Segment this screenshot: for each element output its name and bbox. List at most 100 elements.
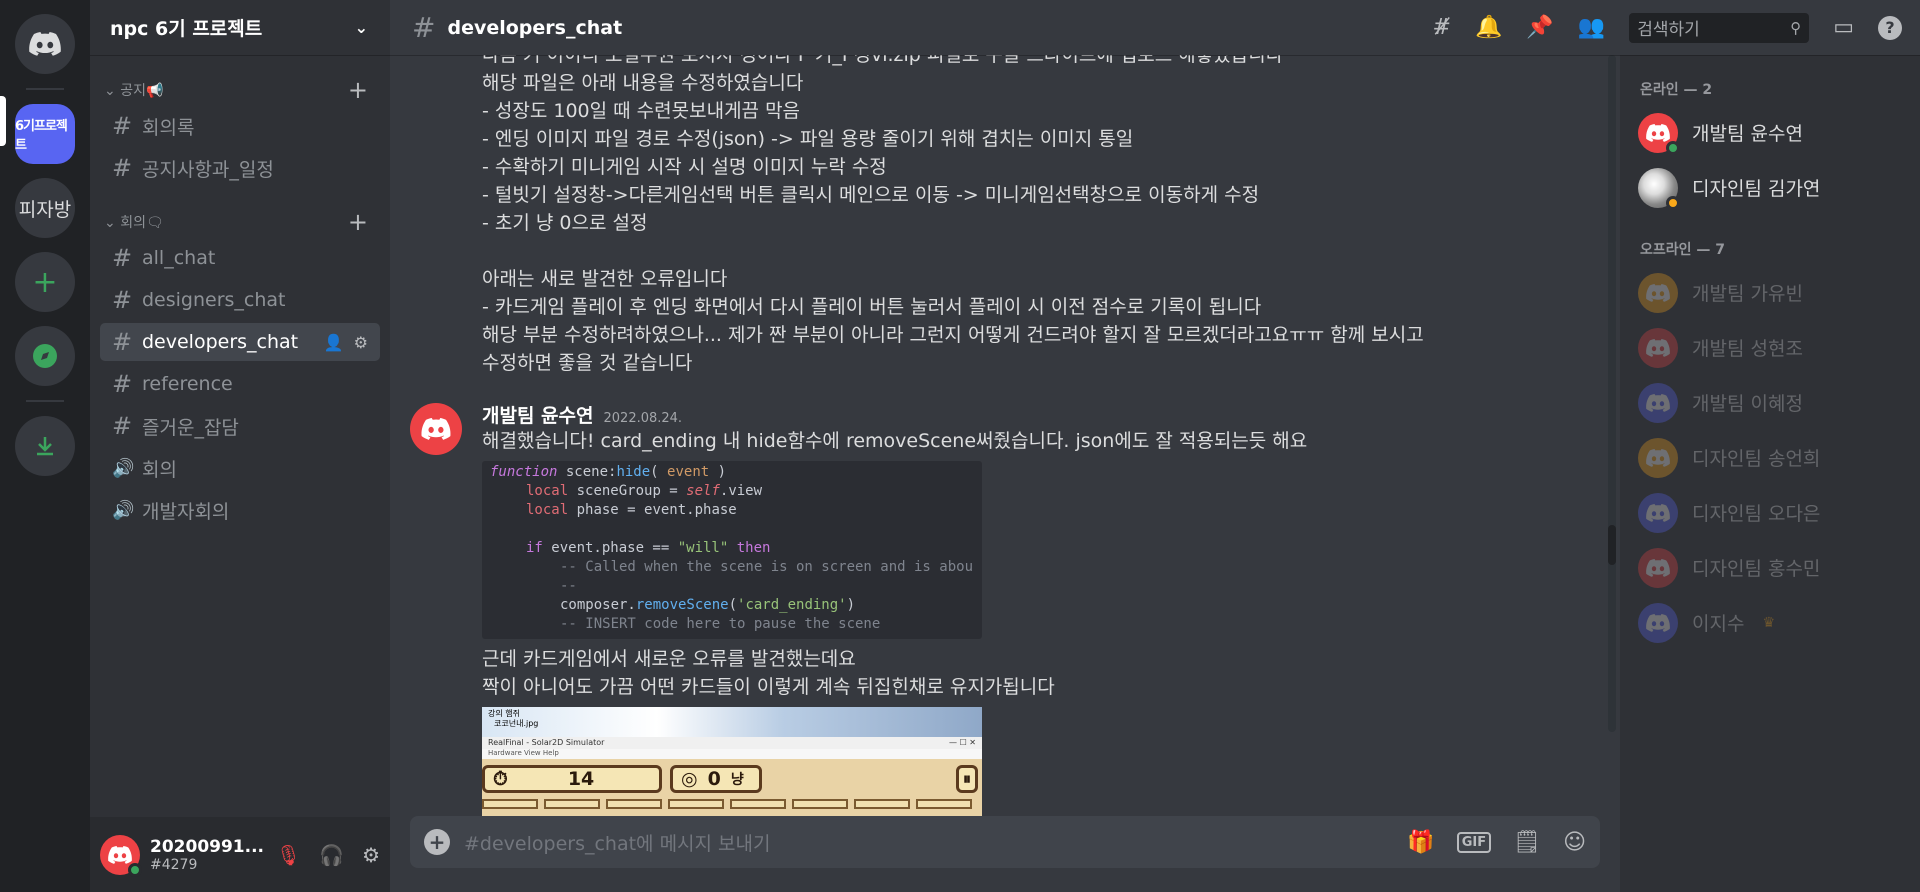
- gift-icon[interactable]: 🎁: [1407, 830, 1434, 855]
- mute-microphone-icon[interactable]: 🎙: [276, 843, 301, 867]
- server-6gi-project[interactable]: 6기프로젝트: [15, 104, 75, 164]
- channel-casual-chat[interactable]: # 즐거운_잡담: [100, 407, 380, 445]
- server-pizza-room[interactable]: 피자방: [15, 178, 75, 238]
- message-text: 근데 카드게임에서 새로운 오류를 발견했는데요: [482, 648, 856, 670]
- channel-announcements-schedule[interactable]: # 공지사항과_일정: [100, 149, 380, 187]
- message-item[interactable]: 개발팀 윤수연 2022.08.24. 해결했습니다! card_ending …: [410, 401, 1600, 816]
- member-name: 이지수: [1692, 613, 1745, 635]
- code-line: composer.removeScene('card_ending'): [560, 597, 856, 613]
- member-name: 디자인팀 홍수민: [1692, 558, 1821, 580]
- member-item[interactable]: 이지수 ♛: [1638, 595, 1912, 650]
- channel-designers-chat[interactable]: # designers_chat: [100, 281, 380, 319]
- pin-icon[interactable]: 📌: [1526, 15, 1553, 40]
- coin-value: 0: [707, 768, 721, 790]
- channel-tools: 👤 ⚙: [324, 333, 368, 352]
- game-screenshot-attachment[interactable]: 강의 햄쥐 코코넌내.jpg RealFinal - Solar2D Simul…: [482, 707, 982, 816]
- offline-members: 개발팀 가유빈 개발팀 성현조 개발팀 이혜정 디자인팀 송언희 디자인팀 오다은디자인…: [1638, 265, 1912, 650]
- avatar[interactable]: [410, 403, 462, 455]
- card: [730, 799, 786, 809]
- discord-logo-icon: [1646, 393, 1670, 412]
- code-line: -- Called when the scene is on screen an…: [560, 559, 974, 575]
- voice-channel-meeting[interactable]: 🔊 회의: [100, 449, 380, 487]
- home-button[interactable]: [15, 14, 75, 74]
- avatar[interactable]: [100, 834, 142, 877]
- member-item[interactable]: 디자인팀 송언희: [1638, 430, 1912, 485]
- discord-logo-icon: [421, 418, 451, 440]
- emoji-icon[interactable]: ☺: [1563, 830, 1586, 855]
- pause-icon: ⏸: [955, 765, 978, 793]
- code-token: phase = event.phase: [568, 502, 737, 518]
- code-token: if: [526, 540, 543, 556]
- member-item[interactable]: 개발팀 이혜정: [1638, 375, 1912, 430]
- category-label: ⌄ 회의🗨: [104, 212, 164, 232]
- scrollbar[interactable]: [1608, 55, 1616, 732]
- sticker-icon[interactable]: 🗒: [1513, 830, 1541, 855]
- chevron-icon: ⌄: [104, 215, 121, 231]
- upload-plus-icon[interactable]: +: [424, 829, 450, 855]
- text-channel-icon: #: [412, 11, 436, 44]
- code-token: event.phase ==: [542, 540, 678, 556]
- category-announcements[interactable]: ⌄ 공지📢 +: [100, 78, 380, 102]
- category-name: 회의🗨: [120, 215, 164, 231]
- code-screenshot-attachment[interactable]: function scene:hide( event ) local scene…: [482, 461, 982, 639]
- text-channel-icon: #: [112, 112, 133, 140]
- code-line: local sceneGroup = self.view: [490, 482, 982, 501]
- search-input[interactable]: 검색하기 ⚲: [1629, 12, 1810, 43]
- message-text: 아래는 새로 발견한 오류입니다: [482, 268, 728, 290]
- channel-name: 즐거운_잡담: [142, 416, 239, 439]
- text-channel-icon: #: [112, 328, 133, 356]
- header-toolbar: #̸ 🔔 📌 👥 검색하기 ⚲ ▭ ?: [1433, 12, 1902, 43]
- channel-sidebar: npc 6기 프로젝트 ⌄ ⌄ 공지📢 + # 회의록 # 공지사항과_일정 ⌄ 회…: [90, 0, 390, 892]
- message-input[interactable]: #developers_chat에 메시지 보내기: [464, 829, 771, 856]
- member-item[interactable]: 개발팀 가유빈: [1638, 265, 1912, 320]
- help-icon[interactable]: ?: [1878, 15, 1902, 40]
- member-name: 개발팀 윤수연: [1692, 123, 1803, 145]
- code-token: self: [686, 483, 720, 499]
- message-composer[interactable]: + #developers_chat에 메시지 보내기 🎁 GIF 🗒 ☺: [410, 816, 1600, 868]
- member-item[interactable]: 개발팀 윤수연: [1638, 105, 1912, 160]
- code-token: hide: [616, 464, 651, 480]
- composer-tools: 🎁 GIF 🗒 ☺: [1407, 830, 1586, 855]
- member-list-icon[interactable]: 👥: [1578, 15, 1605, 40]
- category-meeting[interactable]: ⌄ 회의🗨 +: [100, 210, 380, 234]
- scrollbar-thumb[interactable]: [1608, 525, 1616, 565]
- headphones-icon[interactable]: 🎧: [319, 843, 344, 867]
- avatar: [1638, 492, 1678, 533]
- timer-value: 14: [567, 768, 595, 790]
- member-item[interactable]: 개발팀 성현조: [1638, 320, 1912, 375]
- invite-icon[interactable]: 👤: [324, 333, 344, 352]
- online-group-header: 온라인 — 2: [1640, 82, 1713, 98]
- voice-channel-dev-meeting[interactable]: 🔊 개발자회의: [100, 491, 380, 529]
- gear-icon[interactable]: ⚙: [362, 843, 380, 867]
- channel-reference[interactable]: # reference: [100, 365, 380, 403]
- card: [668, 799, 724, 809]
- add-server-button[interactable]: +: [15, 252, 75, 312]
- add-channel-icon[interactable]: +: [348, 78, 368, 102]
- online-status-icon: [128, 862, 142, 877]
- bell-icon[interactable]: 🔔: [1475, 15, 1502, 40]
- gear-icon[interactable]: ⚙: [354, 333, 368, 352]
- add-channel-icon[interactable]: +: [348, 210, 368, 234]
- channel-developers-chat[interactable]: # developers_chat 👤 ⚙: [100, 323, 380, 361]
- gif-icon[interactable]: GIF: [1456, 831, 1492, 853]
- chevron-down-icon: ⌄: [354, 18, 368, 37]
- guild-header[interactable]: npc 6기 프로젝트 ⌄: [90, 0, 390, 55]
- user-info[interactable]: 20200991... #4279: [150, 837, 264, 873]
- avatar: [1638, 272, 1678, 313]
- member-item[interactable]: 디자인팀 김가연: [1638, 160, 1912, 215]
- avatar: [1638, 167, 1680, 210]
- message-author[interactable]: 개발팀 윤수연: [482, 401, 594, 428]
- text-channel-icon: #: [112, 244, 133, 272]
- member-item[interactable]: 디자인팀 오다은: [1638, 485, 1912, 540]
- member-item[interactable]: 디자인팀 홍수민: [1638, 540, 1912, 595]
- threads-icon[interactable]: #̸: [1433, 15, 1451, 40]
- channel-all-chat[interactable]: # all_chat: [100, 239, 380, 277]
- download-apps-button[interactable]: [15, 416, 75, 476]
- text-channel-icon: #: [112, 286, 133, 314]
- explore-servers-button[interactable]: [15, 326, 75, 386]
- card: [606, 799, 662, 809]
- discord-logo-icon: [1646, 448, 1670, 467]
- message-timestamp: 2022.08.24.: [603, 411, 683, 426]
- channel-meeting-notes[interactable]: # 회의록: [100, 107, 380, 145]
- inbox-icon[interactable]: ▭: [1833, 15, 1854, 40]
